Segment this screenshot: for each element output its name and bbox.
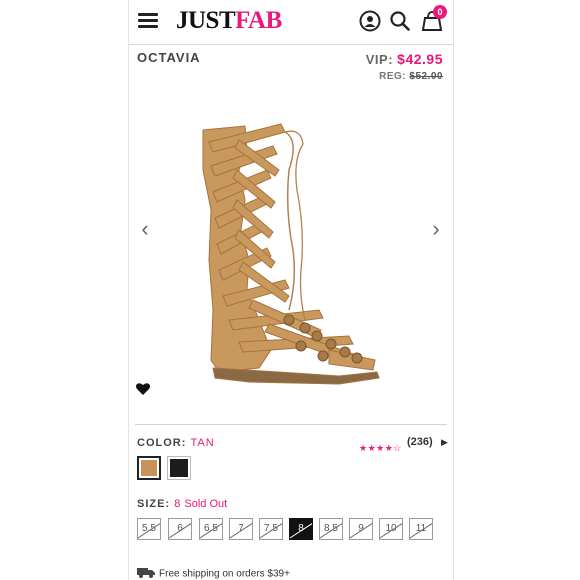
- size-option-6[interactable]: 6: [168, 518, 192, 540]
- reg-price: $52.00: [409, 71, 443, 82]
- reg-label: REG:: [379, 71, 407, 82]
- bag-icon[interactable]: 0: [421, 5, 447, 32]
- site-header: JUSTFAB 0: [129, 0, 453, 45]
- shipping-note: Free shipping on orders $39+: [137, 567, 290, 580]
- size-value: 8: [174, 498, 181, 510]
- swatch-black-fill: [170, 459, 188, 477]
- swatch-tan[interactable]: [137, 456, 161, 480]
- bag-count-badge: 0: [433, 5, 447, 19]
- chevron-right-icon[interactable]: ›: [427, 218, 445, 240]
- color-value: TAN: [190, 437, 215, 449]
- size-option-7[interactable]: 7: [229, 518, 253, 540]
- size-option-6-5[interactable]: 6.5: [199, 518, 223, 540]
- menu-icon[interactable]: [138, 13, 158, 29]
- size-options: 5.5 6 6.5 7 7.5 8 8.5 9 10 11: [137, 518, 453, 542]
- vip-price-row: VIP: $42.95: [366, 51, 443, 67]
- rating-stars: ★★★★☆: [359, 443, 402, 453]
- product-name: OCTAVIA: [137, 50, 201, 65]
- truck-icon: [137, 567, 155, 580]
- size-label: SIZE: 8 Sold Out: [137, 498, 227, 510]
- size-option-8[interactable]: 8: [289, 518, 313, 540]
- color-label: COLOR: TAN: [137, 437, 215, 449]
- caret-right-icon[interactable]: ▶: [441, 437, 448, 448]
- size-option-7-5[interactable]: 7.5: [259, 518, 283, 540]
- search-icon[interactable]: [389, 10, 411, 32]
- product-image: [202, 123, 380, 385]
- size-option-10[interactable]: 10: [379, 518, 403, 540]
- vip-label: VIP:: [365, 52, 394, 67]
- size-option-11[interactable]: 11: [409, 518, 433, 540]
- size-status: Sold Out: [184, 498, 228, 510]
- size-option-5-5[interactable]: 5.5: [137, 518, 161, 540]
- size-label-text: SIZE:: [137, 498, 171, 510]
- swatch-black[interactable]: [167, 456, 191, 480]
- section-divider: [135, 424, 447, 425]
- logo-just: JUST: [176, 7, 236, 34]
- vip-price: $42.95: [397, 51, 443, 67]
- review-count[interactable]: (236): [407, 436, 433, 448]
- logo-fab: FAB: [235, 7, 282, 34]
- swatch-tan-fill: [141, 460, 157, 476]
- product-page: JUSTFAB 0 OCTAVIA VIP: $42.95 REG: $52.0…: [128, 0, 454, 580]
- account-icon[interactable]: [359, 10, 381, 32]
- size-option-9[interactable]: 9: [349, 518, 373, 540]
- site-logo[interactable]: JUSTFAB: [176, 7, 282, 35]
- heart-icon[interactable]: [135, 381, 151, 397]
- color-label-text: COLOR:: [137, 437, 187, 449]
- regular-price-row: REG: $52.00: [379, 71, 443, 82]
- shipping-text: Free shipping on orders $39+: [159, 568, 290, 580]
- chevron-left-icon[interactable]: ‹: [136, 218, 154, 240]
- size-option-8-5[interactable]: 8.5: [319, 518, 343, 540]
